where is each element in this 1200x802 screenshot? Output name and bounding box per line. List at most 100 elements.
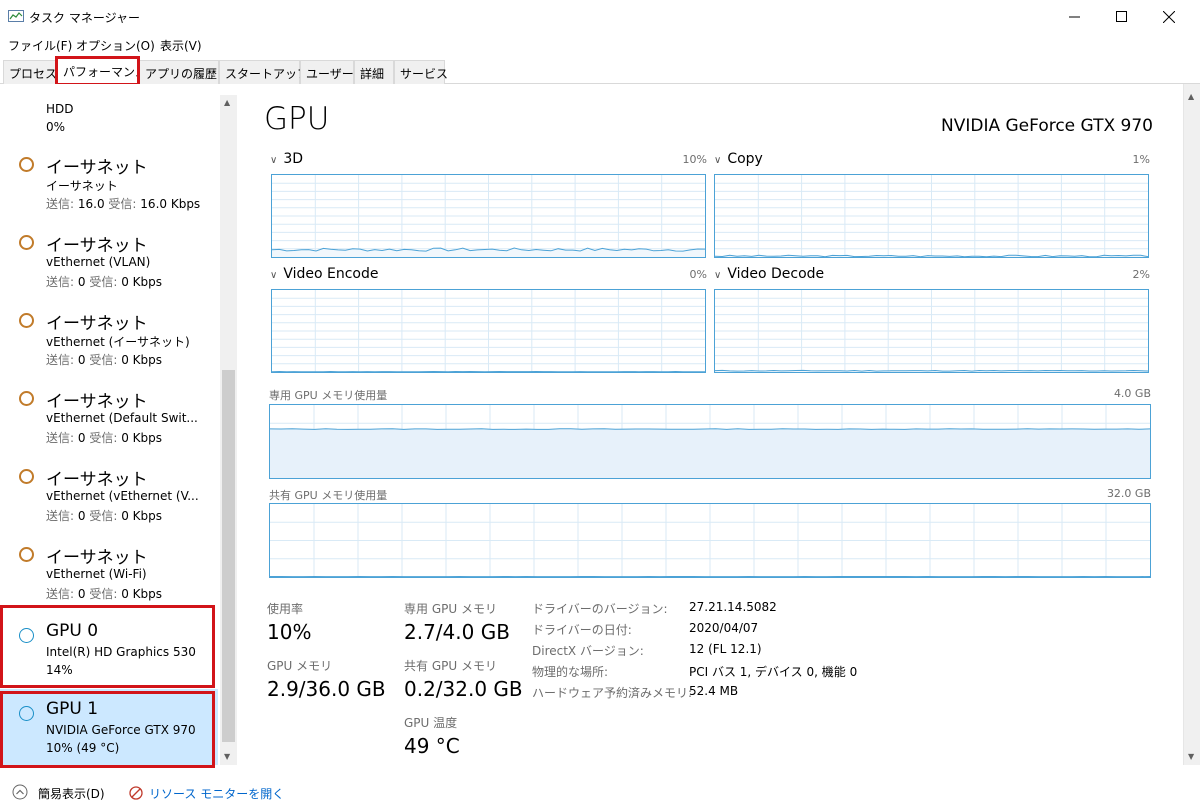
gpu-usage: 10% (49 °C) [46, 741, 120, 755]
menu-view[interactable]: 表示(V) [160, 37, 202, 54]
main-scroll-down-icon[interactable]: ▼ [1188, 752, 1194, 761]
send-label: 送信: [46, 509, 75, 523]
resource-monitor-link[interactable]: リソース モニターを開く [149, 785, 284, 802]
list-item-ethernet[interactable]: イーサネット vEthernet (vEthernet (V... 送信: 0 受信… [0, 455, 218, 533]
recv-label: 受信: [89, 509, 118, 523]
tab-performance[interactable]: パフォーマンス [57, 58, 147, 85]
reserved-memory-value: 52.4 MB [689, 684, 739, 698]
gpu-memory-label: GPU メモリ [267, 659, 333, 673]
ethernet-ring-icon [19, 313, 34, 328]
task-manager-icon [8, 10, 24, 22]
chevron-down-icon: ∨ [714, 270, 722, 281]
minimize-icon [1068, 16, 1080, 18]
list-item-subtitle: vEthernet (Wi-Fi) [46, 567, 147, 581]
send-label: 送信: [46, 431, 75, 445]
engine-copy-header[interactable]: ∨ Copy [714, 151, 763, 167]
recv-value: 16.0 Kbps [140, 197, 201, 211]
menu-file[interactable]: ファイル(F) [8, 37, 72, 54]
ethernet-ring-icon [19, 235, 34, 250]
location-label: 物理的な場所: [532, 665, 609, 679]
engine-3d-header[interactable]: ∨ 3D [270, 151, 303, 167]
page-title: GPU [264, 101, 330, 137]
engine-copy-name: Copy [727, 151, 763, 167]
engine-3d-graph [271, 174, 706, 258]
location-value: PCI バス 1, デバイス 0, 機能 0 [689, 665, 858, 679]
list-item-title: イーサネット [46, 314, 148, 334]
scroll-thumb[interactable] [222, 370, 235, 742]
list-item-ethernet[interactable]: イーサネット vEthernet (イーサネット) 送信: 0 受信: 0 Kbps [0, 299, 218, 377]
list-scrollbar[interactable]: ▲ ▼ [220, 95, 237, 765]
menu-options[interactable]: オプション(O) [76, 37, 155, 54]
list-item-stat: 送信: 0 受信: 0 Kbps [46, 585, 162, 602]
reserved-memory-label: ハードウェア予約済みメモリ: [532, 686, 693, 700]
tab-bar: プロセス パフォーマンス アプリの履歴 スタートアップ ユーザー 詳細 サービス [0, 58, 1200, 85]
tab-users[interactable]: ユーザー [300, 60, 354, 84]
main-scroll-up-icon[interactable]: ▲ [1188, 92, 1194, 101]
usage-label: 使用率 [267, 602, 304, 616]
engine-encode-header[interactable]: ∨ Video Encode [270, 266, 378, 282]
list-item-ethernet[interactable]: イーサネット vEthernet (VLAN) 送信: 0 受信: 0 Kbps [0, 221, 218, 299]
minimize-button[interactable] [1051, 0, 1097, 33]
usage-value: 10% [267, 620, 312, 644]
recv-value: 0 Kbps [121, 353, 163, 367]
hdd-label: HDD [46, 102, 74, 116]
close-button[interactable] [1146, 0, 1192, 33]
engine-decode-name: Video Decode [727, 266, 825, 282]
engine-copy-graph [714, 174, 1149, 258]
recv-value: 0 Kbps [121, 587, 163, 601]
menu-bar: ファイル(F) オプション(O) 表示(V) [0, 33, 1200, 55]
list-item-gpu[interactable]: GPU 0 Intel(R) HD Graphics 530 14% [0, 611, 218, 689]
chevron-up-circle-icon[interactable] [12, 784, 28, 800]
list-item-stat: 送信: 16.0 受信: 16.0 Kbps [46, 195, 200, 212]
send-value: 16.0 [77, 197, 105, 211]
directx-label: DirectX バージョン: [532, 644, 644, 658]
list-item-ethernet[interactable]: イーサネット vEthernet (Default Swit... 送信: 0 受信… [0, 377, 218, 455]
driver-version-value: 27.21.14.5082 [689, 600, 777, 614]
engine-encode-percent: 0% [689, 268, 707, 281]
recv-label: 受信: [89, 353, 118, 367]
temperature-value: 49 °C [404, 734, 460, 758]
tab-details[interactable]: 詳細 [354, 60, 394, 84]
send-label: 送信: [46, 197, 75, 211]
list-item-subtitle: vEthernet (vEthernet (V... [46, 489, 199, 503]
ethernet-ring-icon [19, 469, 34, 484]
send-value: 0 [77, 353, 86, 367]
main-scrollbar[interactable]: ▲ ▼ [1183, 84, 1200, 765]
recv-value: 0 Kbps [121, 275, 163, 289]
close-icon [1163, 10, 1175, 23]
simple-view-button[interactable]: 簡易表示(D) [38, 785, 105, 802]
list-item-ethernet[interactable]: イーサネット イーサネット 送信: 16.0 受信: 16.0 Kbps [0, 143, 218, 221]
tab-services[interactable]: サービス [394, 60, 448, 84]
list-item-subtitle: vEthernet (VLAN) [46, 255, 151, 269]
maximize-button[interactable] [1098, 0, 1144, 33]
directx-value: 12 (FL 12.1) [689, 642, 762, 656]
list-item-title: イーサネット [46, 236, 148, 256]
driver-date-value: 2020/04/07 [689, 621, 759, 635]
device-name: NVIDIA GeForce GTX 970 [941, 116, 1153, 136]
scroll-down-icon[interactable]: ▼ [224, 752, 230, 761]
scroll-up-icon[interactable]: ▲ [224, 98, 230, 107]
send-label: 送信: [46, 587, 75, 601]
shared-label: 共有 GPU メモリ [404, 659, 497, 673]
list-item-subtitle: vEthernet (イーサネット) [46, 335, 190, 349]
list-item-ethernet[interactable]: イーサネット vEthernet (Wi-Fi) 送信: 0 受信: 0 Kbps [0, 533, 218, 611]
tab-startup[interactable]: スタートアップ [219, 60, 309, 84]
recv-label: 受信: [108, 197, 137, 211]
engine-encode-name: Video Encode [283, 266, 379, 282]
dedicated-value: 2.7/4.0 GB [404, 620, 510, 644]
driver-date-label: ドライバーの日付: [532, 623, 632, 637]
list-item-gpu[interactable]: GPU 1 NVIDIA GeForce GTX 970 10% (49 °C) [0, 689, 218, 765]
recv-label: 受信: [89, 275, 118, 289]
chevron-down-icon: ∨ [714, 155, 722, 166]
chevron-down-icon: ∨ [270, 270, 278, 281]
recv-value: 0 Kbps [121, 509, 163, 523]
title-bar: タスク マネージャー [0, 0, 1200, 33]
shared-memory-max: 32.0 GB [1106, 487, 1151, 500]
tab-processes[interactable]: プロセス [3, 60, 57, 84]
dedicated-memory-label: 専用 GPU メモリ使用量 [269, 389, 388, 402]
engine-decode-header[interactable]: ∨ Video Decode [714, 266, 824, 282]
gpu-ring-icon [19, 706, 34, 721]
engine-copy-percent: 1% [1132, 153, 1150, 166]
tab-app-history[interactable]: アプリの履歴 [139, 60, 219, 84]
window-title: タスク マネージャー [29, 11, 140, 25]
